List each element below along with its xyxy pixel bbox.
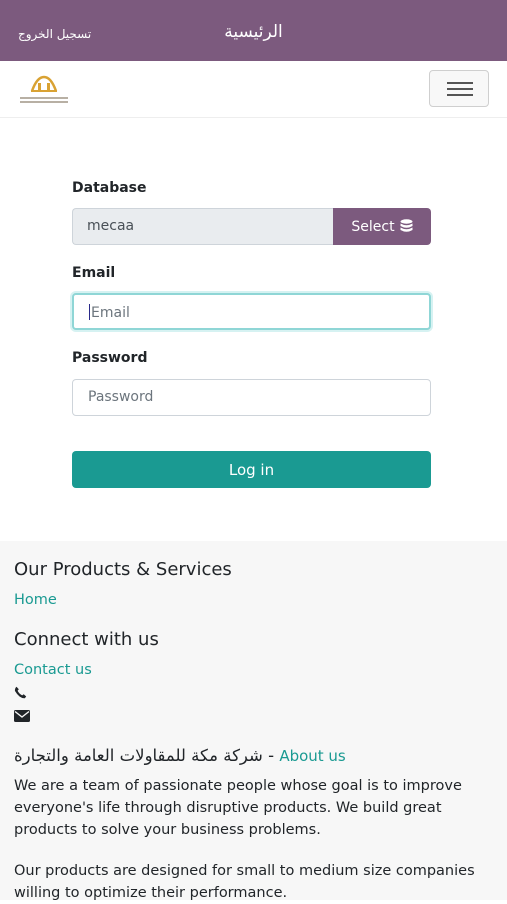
envelope-icon[interactable] <box>14 710 30 722</box>
login-button[interactable]: Log in <box>72 451 431 488</box>
email-field[interactable]: Email <box>72 293 431 330</box>
email-label: Email <box>72 265 116 281</box>
database-icon <box>400 219 413 232</box>
password-field[interactable]: Password <box>72 379 431 416</box>
database-group: mecaa Select <box>72 208 431 245</box>
products-heading: Our Products & Services <box>14 559 232 580</box>
contact-link[interactable]: Contact us <box>14 662 92 678</box>
separator: - <box>262 746 280 765</box>
page-title: الرئيسية <box>224 22 283 42</box>
database-label: Database <box>72 180 147 196</box>
menu-toggle-button[interactable] <box>429 70 489 107</box>
password-placeholder: Password <box>88 389 154 405</box>
company-name: شركة مكة للمقاولات العامة والتجارة <box>14 746 263 765</box>
footer: Our Products & Services Home Connect wit… <box>0 541 507 901</box>
top-bar: تسجيل الخروج الرئيسية <box>0 0 507 61</box>
home-link[interactable]: Home <box>14 592 57 608</box>
logo-mark-icon <box>30 75 58 92</box>
about-line: شركة مكة للمقاولات العامة والتجارة - Abo… <box>14 746 346 765</box>
about-link[interactable]: About us <box>279 747 345 765</box>
email-placeholder: Email <box>91 305 130 321</box>
connect-heading: Connect with us <box>14 629 159 650</box>
company-logo[interactable] <box>15 67 73 111</box>
phone-icon[interactable] <box>14 686 27 699</box>
database-input[interactable]: mecaa <box>72 208 334 245</box>
password-label: Password <box>72 350 148 366</box>
navbar <box>0 61 507 118</box>
about-paragraph-1: We are a team of passionate people whose… <box>14 778 462 838</box>
select-database-button[interactable]: Select <box>333 208 431 245</box>
select-button-label: Select <box>351 218 395 235</box>
about-paragraph-2: Our products are designed for small to m… <box>14 863 475 901</box>
hamburger-icon <box>447 82 473 84</box>
